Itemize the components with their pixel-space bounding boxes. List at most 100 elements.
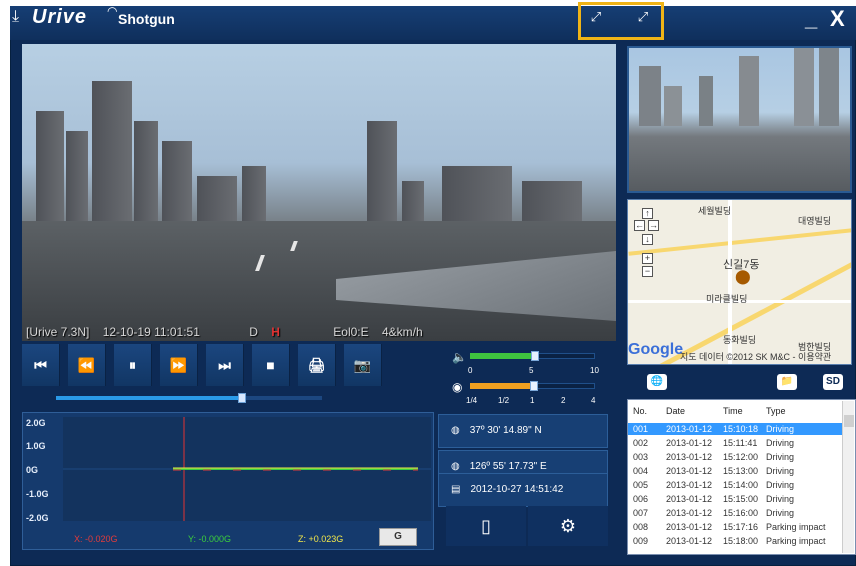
snapshot-button[interactable]: 📷 bbox=[344, 344, 382, 386]
prev-button[interactable]: ⏪ bbox=[68, 344, 106, 386]
playback-controls: ⏮ ⏪ ⏸ ⏩ ⏭ ■ 🖨 📷 bbox=[22, 344, 436, 404]
overlay-datetime: 12-10-19 11:01:51 bbox=[102, 325, 200, 339]
event-cell-date: 2013-01-12 bbox=[666, 536, 713, 546]
skip-last-button[interactable]: ⏭ bbox=[206, 344, 244, 386]
event-row[interactable]: 005 2013-01-12 15:14:00 Driving bbox=[628, 479, 843, 491]
event-cell-date: 2013-01-12 bbox=[666, 424, 713, 434]
event-cell-type: Driving bbox=[766, 508, 795, 518]
event-cell-no: 004 bbox=[633, 466, 649, 476]
panel-tabs: 🌐 📁 SD bbox=[627, 368, 852, 398]
g-scale-button[interactable]: G bbox=[379, 528, 417, 546]
event-cell-time: 15:11:41 bbox=[723, 438, 758, 448]
event-list-scrollbar[interactable] bbox=[842, 401, 854, 553]
g-x-readout: X: -0.020G bbox=[74, 534, 118, 544]
scroll-thumb[interactable] bbox=[844, 415, 854, 427]
speed-tick: 4 bbox=[591, 396, 596, 405]
close-button[interactable]: X bbox=[830, 8, 846, 30]
stop-button[interactable]: ■ bbox=[252, 344, 290, 386]
event-cell-type: Driving bbox=[766, 452, 795, 462]
sd-tab[interactable]: SD bbox=[823, 374, 843, 390]
speaker-icon[interactable]: 🔈 bbox=[452, 350, 467, 364]
overlay-model: [Urive 7.3N] bbox=[26, 325, 90, 339]
event-cell-date: 2013-01-12 bbox=[666, 508, 713, 518]
expand-arrows-icon[interactable]: ⤢ bbox=[634, 10, 652, 24]
map-tab[interactable]: 🌐 bbox=[647, 374, 667, 390]
event-row[interactable]: 009 2013-01-12 15:18:00 Parking impact bbox=[628, 535, 843, 547]
folder-tab[interactable]: 📁 bbox=[777, 374, 797, 390]
expand-arrows-icon[interactable]: ⤢ bbox=[587, 10, 605, 24]
event-row[interactable]: 006 2013-01-12 15:15:00 Driving bbox=[628, 493, 843, 505]
volume-tick: 5 bbox=[529, 366, 534, 375]
volume-fill bbox=[470, 353, 535, 359]
event-row[interactable]: 004 2013-01-12 15:13:00 Driving bbox=[628, 465, 843, 477]
pause-button[interactable]: ⏸ bbox=[114, 344, 152, 386]
latitude-box: ◍ 37º 30' 14.89" N bbox=[438, 414, 608, 448]
event-row[interactable]: 003 2013-01-12 15:12:00 Driving bbox=[628, 451, 843, 463]
map-label: 대영빌딩 bbox=[798, 216, 832, 226]
wifi-icon: ◠ bbox=[107, 4, 118, 18]
map-pan-down-icon[interactable]: ↓ bbox=[642, 234, 653, 245]
event-cell-no: 008 bbox=[633, 522, 649, 532]
event-cell-no: 006 bbox=[633, 494, 649, 504]
overlay-speed-label: Eol0:E bbox=[333, 325, 369, 339]
settings-gear-button[interactable]: ⚙ bbox=[528, 506, 608, 546]
volume-knob[interactable] bbox=[531, 351, 539, 361]
main-video[interactable]: [Urive 7.3N] 12-10-19 11:01:51 D H Eol0:… bbox=[22, 44, 616, 341]
event-cell-time: 15:12:00 bbox=[723, 452, 759, 462]
col-header-type[interactable]: Type bbox=[766, 406, 786, 416]
event-row[interactable]: 007 2013-01-12 15:16:00 Driving bbox=[628, 507, 843, 519]
map-pan-up-icon[interactable]: ↑ bbox=[642, 208, 653, 219]
y-tick-label: 2.0G bbox=[26, 418, 46, 428]
event-list[interactable]: No. Date Time Type 001 2013-01-12 15:10:18… bbox=[627, 399, 856, 555]
event-cell-date: 2013-01-12 bbox=[666, 438, 713, 448]
car-settings-button[interactable]: ▯ bbox=[446, 506, 526, 546]
print-button[interactable]: 🖨 bbox=[298, 344, 336, 386]
event-cell-type: Parking impact bbox=[766, 522, 826, 532]
speed-icon[interactable]: ◉ bbox=[452, 380, 462, 394]
speed-tick: 1 bbox=[530, 396, 535, 405]
event-cell-no: 007 bbox=[633, 508, 649, 518]
overlay-speed: 4&km/h bbox=[381, 325, 423, 339]
event-row[interactable]: 001 2013-01-12 15:10:18 Driving bbox=[628, 423, 843, 435]
map-pan-right-icon[interactable]: → bbox=[648, 220, 659, 231]
speed-knob[interactable] bbox=[530, 381, 538, 391]
event-cell-type: Parking impact bbox=[766, 536, 826, 546]
col-header-no[interactable]: No. bbox=[633, 406, 647, 416]
download-icon[interactable]: ⤓ bbox=[12, 8, 28, 26]
map-pan-left-icon[interactable]: ← bbox=[634, 220, 645, 231]
brand-name: Urive bbox=[32, 6, 88, 28]
event-cell-no: 002 bbox=[633, 438, 649, 448]
event-row[interactable]: 008 2013-01-12 15:17:16 Parking impact bbox=[628, 521, 843, 533]
event-cell-no: 003 bbox=[633, 452, 649, 462]
progress-knob[interactable] bbox=[238, 393, 246, 403]
event-cell-date: 2013-01-12 bbox=[666, 494, 713, 504]
map-pin-icon: ⬤ bbox=[735, 268, 751, 284]
map-credit: 지도 데이터 ©2012 SK M&C - 이용약관 bbox=[680, 352, 832, 362]
event-row[interactable]: 002 2013-01-12 15:11:41 Driving bbox=[628, 437, 843, 449]
event-cell-type: Driving bbox=[766, 438, 795, 448]
datetime-value: 2012-10-27 14:51:42 bbox=[470, 484, 564, 495]
event-cell-time: 15:13:00 bbox=[723, 466, 759, 476]
calendar-icon: ▤ bbox=[451, 484, 461, 495]
datetime-box: ▤ 2012-10-27 14:51:42 bbox=[438, 473, 608, 507]
map-zoom-out-icon[interactable]: − bbox=[642, 266, 653, 277]
event-cell-date: 2013-01-12 bbox=[666, 522, 713, 532]
skip-first-button[interactable]: ⏮ bbox=[22, 344, 60, 386]
map-zoom-in-icon[interactable]: + bbox=[642, 253, 653, 264]
y-tick-label: 0G bbox=[26, 465, 39, 475]
event-cell-time: 15:18:00 bbox=[723, 536, 759, 546]
event-cell-no: 005 bbox=[633, 480, 649, 490]
g-sensor-chart bbox=[63, 417, 431, 521]
overlay-d: D bbox=[249, 325, 258, 339]
col-header-date[interactable]: Date bbox=[666, 406, 685, 416]
next-button[interactable]: ⏩ bbox=[160, 344, 198, 386]
event-cell-type: Driving bbox=[766, 494, 795, 504]
rear-camera-video[interactable] bbox=[627, 46, 852, 193]
col-header-time[interactable]: Time bbox=[723, 406, 743, 416]
minimize-button[interactable]: _ bbox=[805, 8, 821, 30]
volume-tick: 10 bbox=[590, 366, 599, 375]
event-list-header: No. Date Time Type bbox=[628, 400, 843, 420]
event-cell-time: 15:17:16 bbox=[723, 522, 759, 532]
event-cell-no: 009 bbox=[633, 536, 649, 546]
event-cell-time: 15:15:00 bbox=[723, 494, 759, 504]
